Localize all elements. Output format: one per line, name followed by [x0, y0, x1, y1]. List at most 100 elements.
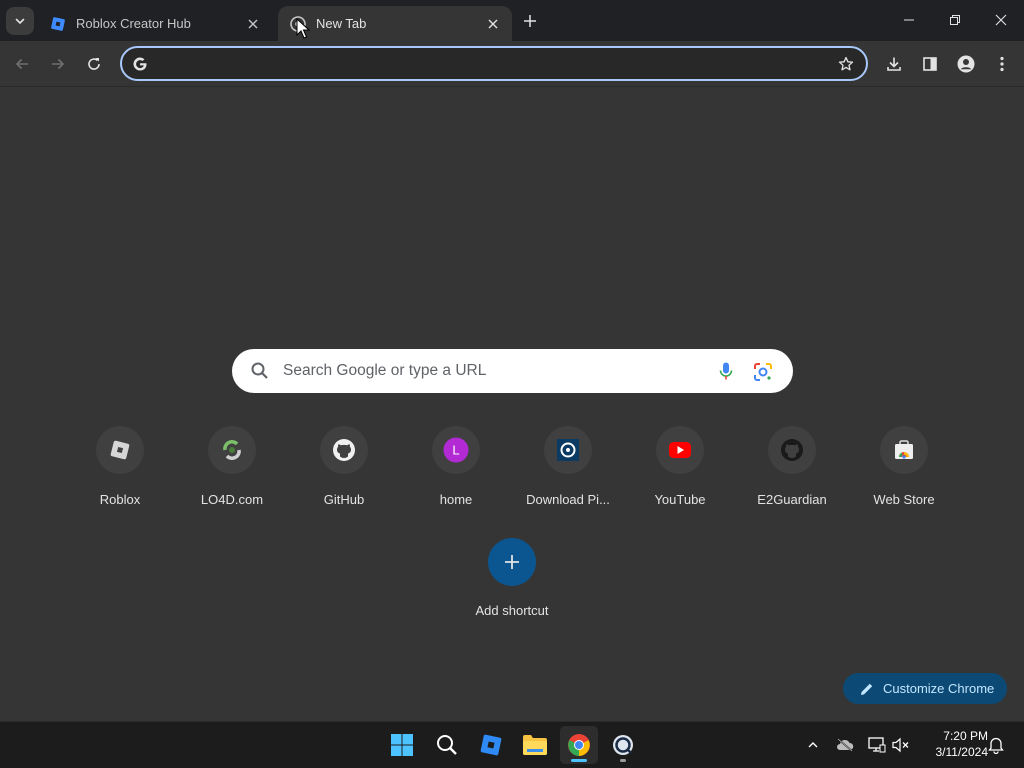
customize-label: Customize Chrome — [883, 681, 995, 696]
tab-strip: Roblox Creator Hub New Tab — [0, 0, 1024, 41]
ntp-search-box[interactable] — [232, 349, 793, 393]
customize-chrome-button[interactable]: Customize Chrome — [843, 673, 1007, 704]
taskbar-search-button[interactable] — [428, 726, 466, 764]
kebab-menu-icon — [1000, 56, 1004, 72]
shortcut-lo4d[interactable]: LO4D.com — [176, 426, 288, 516]
new-tab-button[interactable] — [518, 9, 542, 33]
clock-time: 7:20 PM — [943, 729, 988, 743]
shortcut-label: E2Guardian — [757, 492, 827, 507]
speaker-muted-icon — [892, 737, 909, 753]
forward-button[interactable] — [42, 48, 74, 80]
lo4d-icon — [208, 426, 256, 474]
close-tab-icon[interactable] — [484, 15, 502, 33]
svg-text:L: L — [452, 443, 459, 458]
shortcut-roblox[interactable]: Roblox — [64, 426, 176, 516]
shortcut-label: Web Store — [873, 492, 935, 507]
shortcut-home[interactable]: L home — [400, 426, 512, 516]
chrome-icon — [568, 734, 590, 756]
tab-roblox-creator-hub[interactable]: Roblox Creator Hub — [38, 6, 272, 41]
shortcut-label: home — [439, 492, 473, 507]
volume-tray-icon[interactable] — [890, 734, 912, 756]
add-shortcut-button[interactable]: Add shortcut — [456, 538, 568, 618]
arrow-left-icon — [15, 58, 28, 70]
restore-icon — [950, 15, 960, 25]
minimize-icon — [904, 19, 914, 21]
active-app-indicator — [571, 759, 587, 762]
arrow-right-icon — [52, 58, 65, 70]
back-button[interactable] — [6, 48, 38, 80]
reload-icon — [88, 58, 100, 70]
notifications-button[interactable] — [985, 734, 1007, 756]
roblox-studio-icon — [50, 16, 66, 32]
chevron-down-icon — [15, 18, 25, 25]
taskbar-clock[interactable]: 7:20 PM 3/11/2024 — [918, 728, 989, 760]
taskbar-file-explorer[interactable] — [516, 726, 554, 764]
close-tab-icon[interactable] — [244, 15, 262, 33]
mouse-cursor-icon — [296, 18, 310, 39]
account-icon — [957, 55, 975, 73]
shortcut-label: Roblox — [99, 492, 141, 507]
network-tray-icon[interactable] — [866, 734, 888, 756]
close-icon — [995, 14, 1007, 26]
address-input[interactable] — [156, 54, 816, 74]
shortcut-youtube[interactable]: YouTube — [624, 426, 736, 516]
tab-search-button[interactable] — [6, 7, 34, 35]
github-icon — [768, 426, 816, 474]
shortcut-tiles: Roblox LO4D.com GitHub L home Download P… — [64, 426, 960, 516]
windows-start-icon — [391, 734, 413, 756]
close-window-button[interactable] — [978, 0, 1024, 40]
side-panel-button[interactable] — [914, 48, 946, 80]
shortcut-e2guardian[interactable]: E2Guardian — [736, 426, 848, 516]
shortcut-label: GitHub — [323, 492, 365, 507]
chevron-up-icon — [808, 742, 818, 748]
menu-button[interactable] — [986, 48, 1018, 80]
youtube-icon — [656, 426, 704, 474]
bell-icon — [988, 737, 1004, 754]
show-hidden-icons-button[interactable] — [802, 734, 824, 756]
letter-l-icon: L — [432, 426, 480, 474]
onedrive-tray-icon[interactable] — [834, 734, 856, 756]
add-shortcut-label: Add shortcut — [475, 603, 549, 618]
bookmark-star-icon[interactable] — [836, 54, 856, 74]
download-icon — [887, 57, 901, 71]
cloud-offline-icon — [837, 738, 854, 752]
shortcut-label: YouTube — [654, 492, 706, 507]
taskbar: 7:20 PM 3/11/2024 — [0, 721, 1024, 768]
github-icon — [320, 426, 368, 474]
profile-button[interactable] — [950, 48, 982, 80]
start-button[interactable] — [383, 726, 421, 764]
restore-button[interactable] — [932, 0, 978, 40]
pi-app-icon — [613, 735, 633, 755]
pencil-icon — [861, 683, 873, 695]
microphone-icon[interactable] — [716, 361, 736, 381]
shortcut-download-pi[interactable]: Download Pi... — [512, 426, 624, 516]
side-panel-icon — [923, 57, 937, 71]
downloads-button[interactable] — [878, 48, 910, 80]
tab-title: Roblox Creator Hub — [76, 16, 191, 31]
open-app-indicator — [620, 759, 626, 762]
google-g-icon — [131, 55, 149, 73]
taskbar-chrome[interactable] — [560, 726, 598, 764]
taskbar-app-pi[interactable] — [604, 726, 642, 764]
taskbar-roblox-studio[interactable] — [472, 726, 510, 764]
shortcut-web-store[interactable]: Web Store — [848, 426, 960, 516]
shortcut-label: Download Pi... — [526, 492, 610, 507]
pi-download-icon — [544, 426, 592, 474]
minimize-button[interactable] — [886, 0, 932, 40]
reload-button[interactable] — [78, 48, 110, 80]
ntp-search-input[interactable] — [283, 361, 703, 381]
search-icon — [437, 735, 457, 755]
folder-icon — [523, 735, 547, 755]
roblox-icon — [96, 426, 144, 474]
shortcut-github[interactable]: GitHub — [288, 426, 400, 516]
tab-title: New Tab — [316, 16, 367, 31]
google-lens-icon[interactable] — [752, 361, 774, 383]
clock-date: 3/11/2024 — [935, 745, 989, 759]
plus-icon — [488, 538, 536, 586]
search-icon — [251, 362, 268, 379]
browser-toolbar — [0, 41, 1024, 87]
roblox-studio-icon — [480, 734, 502, 756]
network-icon — [868, 737, 886, 753]
tab-new-tab[interactable]: New Tab — [278, 6, 512, 41]
address-bar[interactable] — [120, 46, 868, 81]
